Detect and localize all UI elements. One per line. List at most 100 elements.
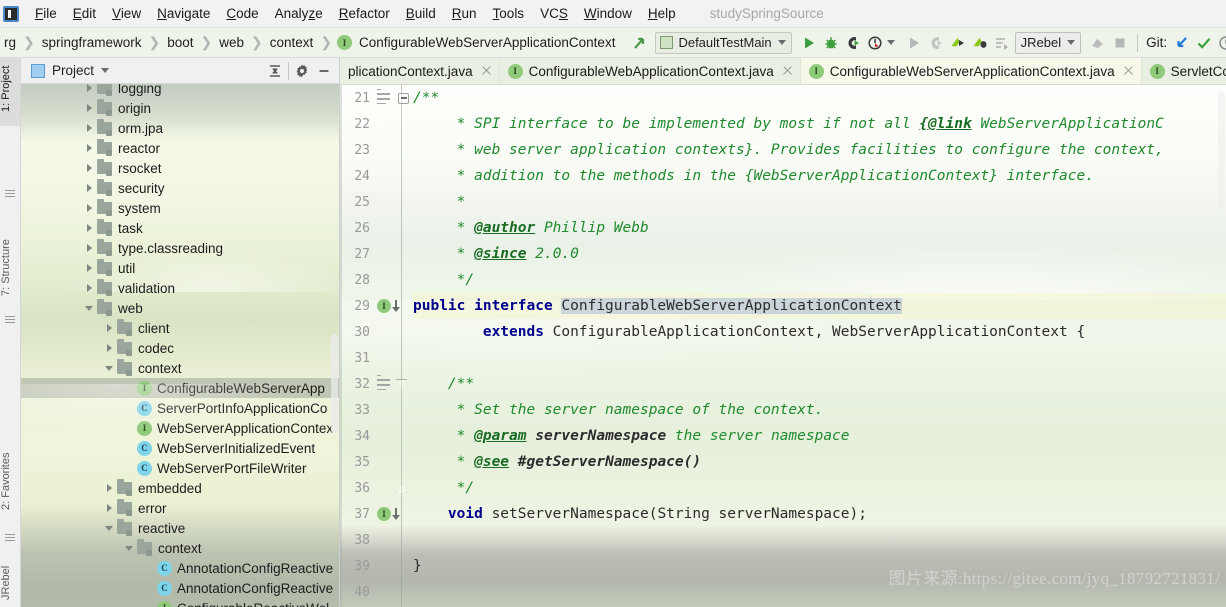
sidebar-item-favorites[interactable]: 2: Favorites: [0, 436, 20, 526]
menu-item-analyze[interactable]: Analyze: [267, 3, 331, 24]
gutter-line[interactable]: 35: [340, 449, 405, 475]
gutter-line[interactable]: 23: [340, 137, 405, 163]
close-icon[interactable]: [480, 65, 492, 77]
tree-item[interactable]: task: [21, 218, 339, 238]
gutter-line[interactable]: 25: [340, 189, 405, 215]
gutter-interface-marker[interactable]: I: [377, 299, 400, 313]
project-tree[interactable]: logging origin orm.jpa reactor rsocket securi…: [21, 84, 339, 607]
gear-icon[interactable]: [291, 60, 313, 82]
breadcrumb-item-5[interactable]: I ConfigurableWebServerApplicationContext: [337, 35, 617, 50]
gutter-line[interactable]: 21: [340, 85, 409, 111]
scroll-to-top-icon[interactable]: [629, 32, 651, 54]
profile-dropdown-icon[interactable]: [886, 40, 895, 45]
gutter-line[interactable]: 34: [340, 423, 405, 449]
gutter-interface-marker[interactable]: I: [377, 507, 400, 521]
javadoc-marker-icon[interactable]: [377, 374, 391, 393]
chevron-down-icon[interactable]: [101, 360, 117, 376]
tree-item[interactable]: logging: [21, 84, 339, 98]
breadcrumb-item-1[interactable]: springframework: [40, 35, 144, 50]
jrebel-run-button[interactable]: [947, 32, 969, 54]
chevron-down-icon[interactable]: [81, 300, 97, 316]
breadcrumb-item-3[interactable]: web: [217, 35, 246, 50]
chevron-right-icon[interactable]: [101, 480, 117, 496]
tree-item[interactable]: validation: [21, 278, 339, 298]
gutter-line[interactable]: 32: [340, 371, 405, 397]
jrebel-debug-button[interactable]: [969, 32, 991, 54]
run-button[interactable]: [798, 32, 820, 54]
debug-button[interactable]: [820, 32, 842, 54]
project-tree-scrollbar[interactable]: [331, 334, 338, 434]
tree-item[interactable]: C ServerPortInfoApplicationCo: [21, 398, 339, 418]
run-with-coverage-button[interactable]: [842, 32, 864, 54]
tree-item[interactable]: security: [21, 178, 339, 198]
tab-0[interactable]: plicationContext.java: [340, 58, 500, 84]
chevron-right-icon[interactable]: [81, 240, 97, 256]
tree-item[interactable]: type.classreading: [21, 238, 339, 258]
tree-item[interactable]: context: [21, 538, 339, 558]
chevron-down-icon[interactable]: [777, 40, 786, 45]
menu-item-code[interactable]: Code: [218, 3, 266, 24]
tree-item[interactable]: I ConfigurableReactiveWel: [21, 598, 339, 607]
sidebar-item-jrebel[interactable]: JRebel: [0, 556, 20, 607]
menu-item-vcs[interactable]: VCS: [532, 3, 576, 24]
menu-item-navigate[interactable]: Navigate: [149, 3, 218, 24]
history-clock-icon[interactable]: [1215, 32, 1226, 54]
gutter-line[interactable]: 31: [340, 345, 405, 371]
gutter-line[interactable]: 24: [340, 163, 405, 189]
gutter-line[interactable]: 22: [340, 111, 405, 137]
tree-item[interactable]: rsocket: [21, 158, 339, 178]
chevron-right-icon[interactable]: [101, 320, 117, 336]
menu-item-file[interactable]: File: [27, 3, 65, 24]
tree-item[interactable]: reactive: [21, 518, 339, 538]
chevron-right-icon[interactable]: [81, 220, 97, 236]
tree-item[interactable]: origin: [21, 98, 339, 118]
tree-item[interactable]: I ConfigurableWebServerApp: [21, 378, 339, 398]
chevron-right-icon[interactable]: [81, 200, 97, 216]
tree-item[interactable]: system: [21, 198, 339, 218]
sidebar-item-structure[interactable]: 7: Structure: [0, 226, 20, 310]
chevron-right-icon[interactable]: [101, 340, 117, 356]
chevron-right-icon[interactable]: [81, 180, 97, 196]
tree-item[interactable]: web: [21, 298, 339, 318]
gutter-line[interactable]: 33: [340, 397, 405, 423]
update-project-blue-arrow-icon[interactable]: [1171, 32, 1193, 54]
run-configuration-selector[interactable]: DefaultTestMain: [655, 31, 792, 54]
tree-item[interactable]: C AnnotationConfigReactive: [21, 578, 339, 598]
chevron-down-icon[interactable]: [101, 520, 117, 536]
gutter-line[interactable]: 39: [340, 553, 405, 579]
chevron-down-icon[interactable]: [101, 68, 110, 73]
chevron-right-icon[interactable]: [81, 160, 97, 176]
gutter-line[interactable]: 40: [340, 579, 405, 605]
commit-green-check-icon[interactable]: [1193, 32, 1215, 54]
tree-item[interactable]: I WebServerApplicationContex: [21, 418, 339, 438]
tree-item[interactable]: C AnnotationConfigReactive: [21, 558, 339, 578]
gutter-line[interactable]: 29 I: [340, 293, 405, 319]
tab-1[interactable]: I ConfigurableWebApplicationContext.java: [500, 58, 801, 84]
gutter-line[interactable]: 27: [340, 241, 405, 267]
menu-item-run[interactable]: Run: [444, 3, 485, 24]
tab-3[interactable]: I ServletConfig.java: [1142, 58, 1226, 84]
menu-item-edit[interactable]: Edit: [65, 3, 104, 24]
chevron-right-icon[interactable]: [101, 500, 117, 516]
menu-item-window[interactable]: Window: [576, 3, 640, 24]
menu-item-build[interactable]: Build: [398, 3, 444, 24]
close-icon[interactable]: [1122, 65, 1134, 77]
menu-item-tools[interactable]: Tools: [485, 3, 533, 24]
menu-item-help[interactable]: Help: [640, 3, 684, 24]
tree-item[interactable]: context: [21, 358, 339, 378]
profile-button[interactable]: [864, 32, 886, 54]
chevron-right-icon[interactable]: [81, 140, 97, 156]
gutter-line[interactable]: 36: [340, 475, 405, 501]
close-icon[interactable]: [781, 65, 793, 77]
chevron-down-icon[interactable]: [1067, 40, 1076, 45]
breadcrumb-item-2[interactable]: boot: [165, 35, 195, 50]
gutter-line[interactable]: 26: [340, 215, 405, 241]
minimize-icon[interactable]: [313, 60, 335, 82]
tree-item[interactable]: codec: [21, 338, 339, 358]
sidebar-item-project[interactable]: 1: Project: [0, 58, 20, 126]
menu-item-refactor[interactable]: Refactor: [331, 3, 398, 24]
collapse-all-icon[interactable]: [264, 60, 286, 82]
editor-gutter[interactable]: 21 22 23 24 25 26 27 28 29 I 30 31 32 33 34 35 36 37 I 38 39…: [340, 85, 409, 607]
tree-item[interactable]: client: [21, 318, 339, 338]
tree-item[interactable]: C WebServerInitializedEvent: [21, 438, 339, 458]
